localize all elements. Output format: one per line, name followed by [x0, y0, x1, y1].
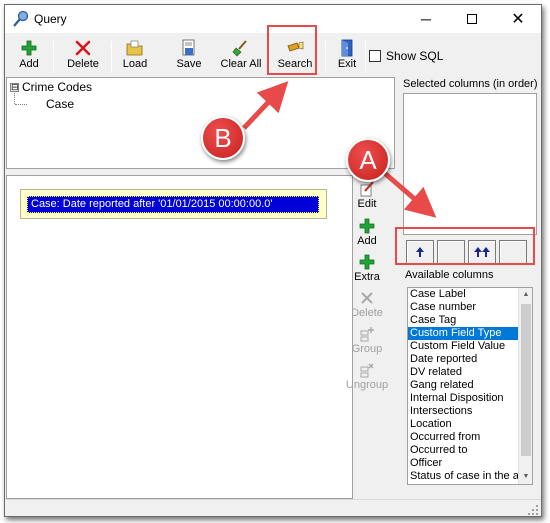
delete-label: Delete [67, 58, 99, 70]
minimize-button[interactable]: ─ [403, 5, 449, 33]
annotation-badge-a: A [346, 138, 390, 182]
criteria-group: Case: Date reported after '01/01/2015 00… [20, 189, 327, 219]
minimize-icon: ─ [421, 11, 431, 27]
toolbar-separator [365, 41, 366, 73]
status-bar [5, 499, 541, 516]
available-column-item[interactable]: Gang related [408, 379, 518, 392]
toolbar-separator [325, 41, 326, 73]
scroll-thumb[interactable] [521, 304, 531, 456]
available-column-item[interactable]: Occurred to [408, 444, 518, 457]
clear-all-label: Clear All [220, 58, 262, 70]
available-column-item[interactable]: Occurred from [408, 431, 518, 444]
vertical-scrollbar[interactable]: ▲ ▼ [518, 288, 532, 484]
available-column-item[interactable]: Case number [408, 301, 518, 314]
criteria-panel[interactable]: Case: Date reported after '01/01/2015 00… [6, 175, 353, 499]
delete-criteria-label: Delete [351, 307, 383, 319]
delete-button[interactable]: Delete [63, 39, 103, 75]
edit-label: Edit [357, 198, 377, 210]
add-criteria-label: Add [357, 235, 377, 247]
criteria-item[interactable]: Case: Date reported after '01/01/2015 00… [27, 196, 319, 213]
checkbox-box[interactable] [369, 50, 381, 62]
available-columns-label: Available columns [405, 269, 494, 281]
extra-criteria-button[interactable]: Extra [351, 254, 383, 283]
exit-label: Exit [337, 58, 357, 70]
green-plus-icon [21, 40, 37, 56]
selected-columns-list[interactable] [403, 93, 537, 235]
tree-node-case[interactable]: Case [46, 97, 74, 111]
tree-node-crime-codes[interactable]: Crime Codes [22, 80, 92, 94]
available-column-item[interactable]: Date reported [408, 353, 518, 366]
selected-columns-label: Selected columns (in order) [403, 78, 538, 90]
close-icon: ✕ [511, 11, 525, 28]
available-column-item[interactable]: Location [408, 418, 518, 431]
available-column-item[interactable]: Case Label [408, 288, 518, 301]
available-column-item[interactable]: Custom Field Value [408, 340, 518, 353]
save-document-icon [182, 39, 195, 56]
available-column-item[interactable]: DV related [408, 366, 518, 379]
available-column-item[interactable]: Case Tag [408, 314, 518, 327]
ungroup-label: Ungroup [345, 379, 389, 391]
save-button[interactable]: Save [173, 39, 205, 75]
available-column-item[interactable]: Custom Field Type [408, 327, 518, 340]
add-criteria-button[interactable]: Add [351, 218, 383, 247]
maximize-button[interactable] [449, 5, 495, 33]
show-sql-checkbox[interactable]: Show SQL [369, 49, 443, 63]
close-button[interactable]: ✕ [495, 5, 541, 33]
extra-label: Extra [354, 271, 380, 283]
query-key-icon [13, 10, 29, 27]
collapse-icon[interactable]: ⊟ [10, 83, 19, 92]
available-columns-list[interactable]: Case Label Case number Case Tag Custom Fiel… [407, 287, 533, 485]
available-columns-items: Case Label Case number Case Tag Custom Fiel… [408, 288, 532, 484]
gray-x-icon [361, 292, 373, 304]
pencil-edit-icon [360, 181, 374, 197]
group-button[interactable]: Group [351, 326, 383, 355]
clear-all-button[interactable]: Clear All [218, 39, 264, 75]
group-icon [360, 327, 374, 342]
toolbar-separator [53, 41, 54, 73]
search-highlight-box [267, 25, 317, 75]
broom-icon [232, 40, 247, 57]
order-buttons-highlight-box [395, 227, 535, 265]
available-column-item[interactable]: Status of case in the a [408, 470, 518, 483]
tree-connector [14, 93, 15, 104]
available-column-item[interactable]: Intersections [408, 405, 518, 418]
tables-tree[interactable]: ⊟ Crime Codes Case [6, 77, 395, 169]
toolbar-separator [111, 41, 112, 73]
available-column-item[interactable]: Internal Disposition [408, 392, 518, 405]
ungroup-icon [360, 363, 374, 378]
exit-button[interactable]: Exit [332, 39, 362, 75]
green-plus-icon [359, 218, 375, 234]
resize-grip-icon[interactable] [527, 504, 539, 516]
annotation-badge-b: B [201, 116, 245, 160]
tree-connector [15, 104, 27, 105]
ungroup-button[interactable]: Ungroup [346, 362, 388, 391]
green-plus-icon [359, 254, 375, 270]
exit-door-icon [341, 39, 353, 57]
available-column-item[interactable]: S... [408, 483, 518, 484]
available-column-item[interactable]: Officer [408, 457, 518, 470]
maximize-icon [467, 14, 477, 24]
red-x-icon [75, 40, 91, 56]
load-label: Load [122, 58, 148, 70]
save-label: Save [176, 58, 202, 70]
show-sql-label: Show SQL [386, 49, 444, 63]
scroll-up-icon[interactable]: ▲ [519, 288, 532, 302]
delete-criteria-button[interactable]: Delete [351, 290, 383, 319]
load-button[interactable]: Load [119, 39, 151, 75]
edit-criteria-button[interactable]: Edit [351, 181, 383, 210]
scroll-down-icon[interactable]: ▼ [519, 470, 532, 484]
group-label: Group [351, 343, 383, 355]
add-label: Add [19, 58, 39, 70]
open-folder-icon [126, 40, 143, 56]
add-button[interactable]: Add [13, 39, 45, 75]
window-title: Query [34, 12, 67, 26]
